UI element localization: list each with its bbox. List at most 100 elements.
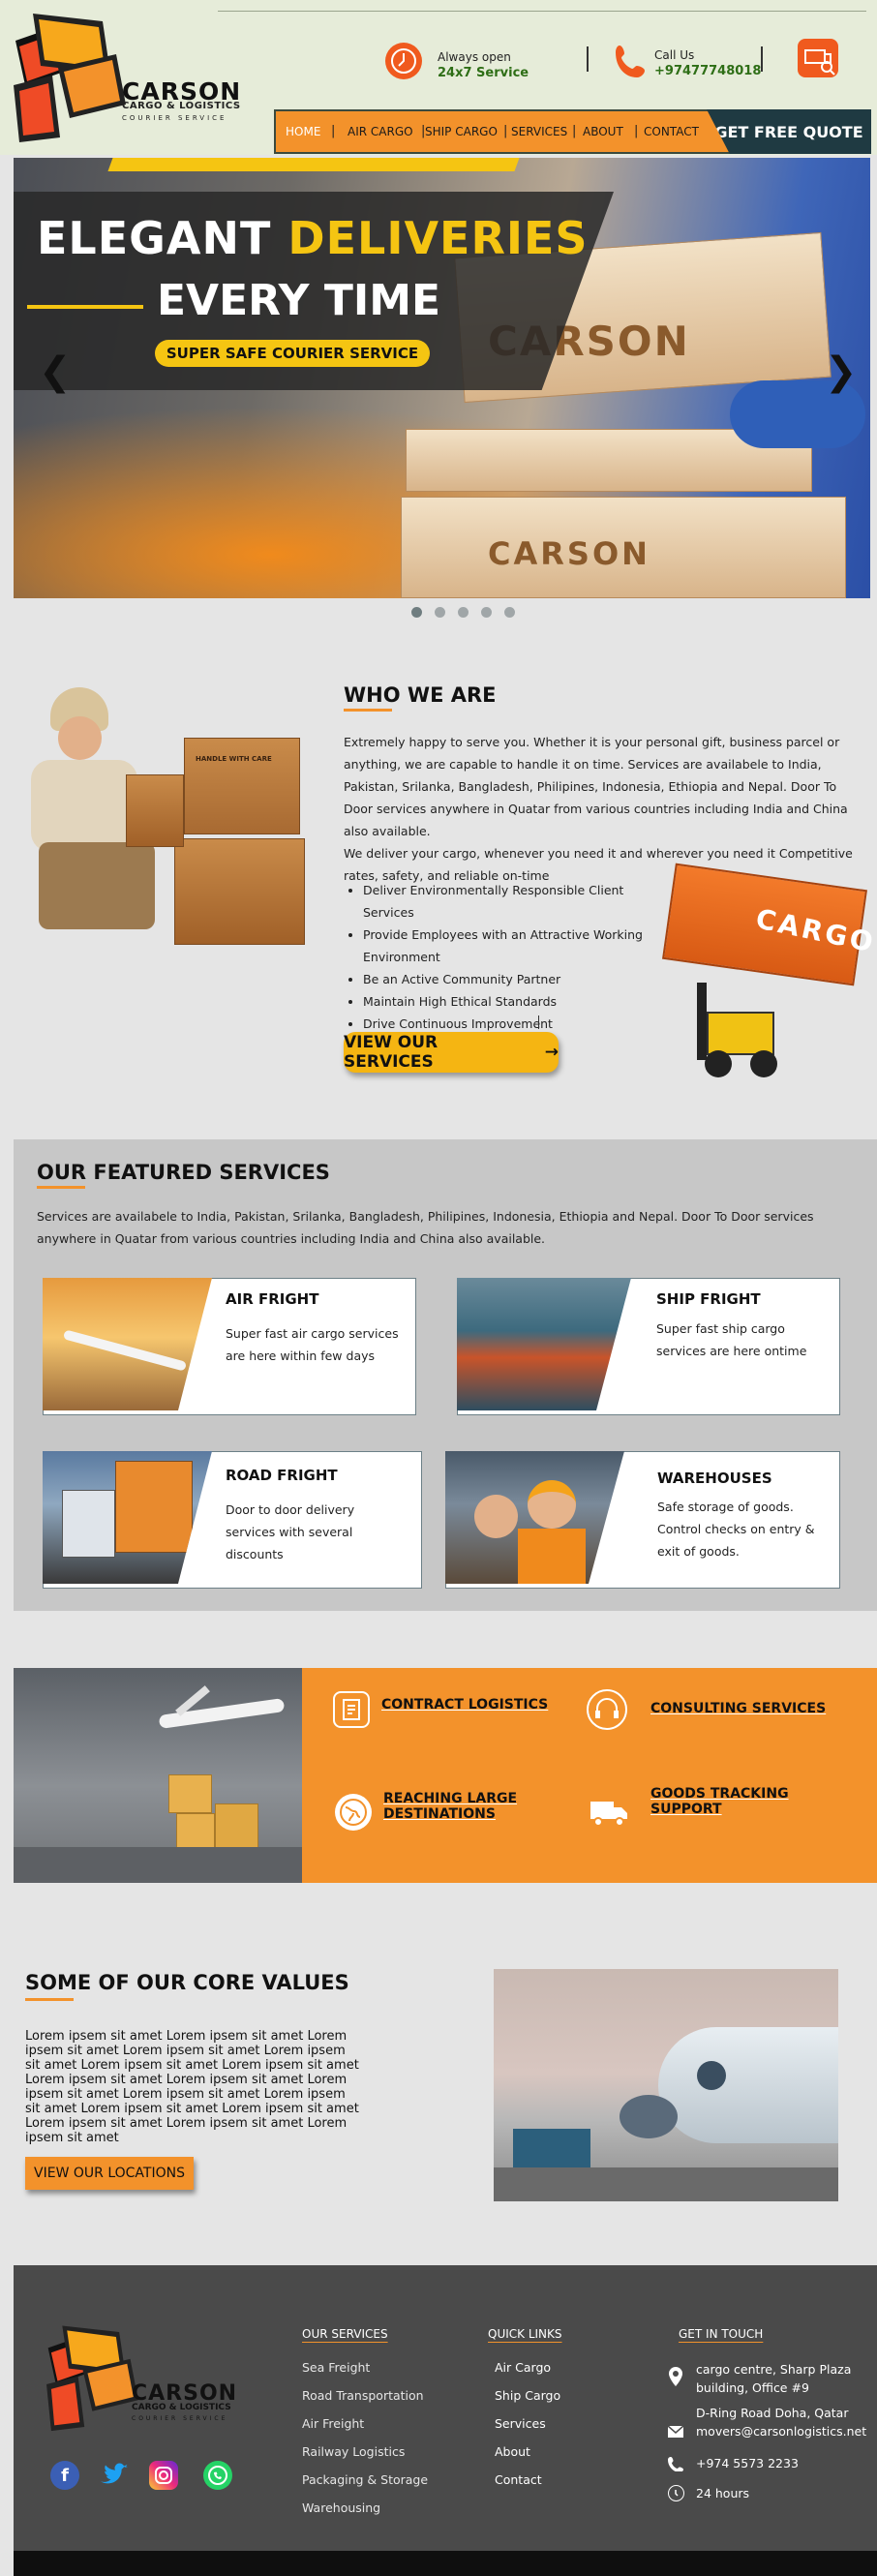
tarmac [494, 2167, 838, 2201]
card-title: WAREHOUSES [657, 1470, 772, 1487]
slider-dot[interactable] [435, 607, 445, 618]
footer-link-services[interactable]: Services [495, 2416, 546, 2431]
whatsapp-icon[interactable] [203, 2461, 232, 2490]
parcel-box [168, 1774, 212, 1813]
footer-link-warehousing[interactable]: Warehousing [302, 2500, 380, 2515]
title-underline [25, 1998, 74, 2001]
parcel-box [174, 838, 305, 945]
ground-vehicle [513, 2129, 590, 2167]
parcel-box [126, 774, 184, 847]
hero-stripe [107, 158, 520, 171]
airplane [62, 1329, 188, 1372]
view-locations-button[interactable]: VIEW OUR LOCATIONS [25, 2157, 194, 2190]
footer-link-contact[interactable]: Contact [495, 2472, 542, 2487]
reaching-destinations-link[interactable]: REACHING LARGE DESTINATIONS [383, 1791, 538, 1822]
hero-pill: SUPER SAFE COURIER SERVICE [155, 340, 430, 367]
header-separator [587, 46, 589, 72]
call-number[interactable]: +97477748018 [654, 64, 761, 78]
worker-face [474, 1495, 518, 1538]
chevron-left-icon[interactable]: ❮ [39, 349, 72, 394]
service-card-ship[interactable]: SHIP FRIGHT Super fast ship cargo servic… [457, 1278, 840, 1415]
featured-services-title: OUR FEATURED SERVICES [37, 1161, 330, 1184]
truck-image [43, 1451, 212, 1584]
slider-dot[interactable] [481, 607, 492, 618]
nav-contact[interactable]: CONTACT [644, 125, 699, 138]
nav-separator: | [572, 124, 577, 138]
header-divider [218, 11, 866, 12]
parcel-box [184, 738, 300, 834]
get-free-quote-button[interactable]: GET FREE QUOTE [707, 109, 871, 154]
slider-dots [411, 607, 515, 618]
nav-home[interactable]: HOME [286, 125, 320, 138]
slider-dot[interactable] [504, 607, 515, 618]
chevron-right-icon[interactable]: ❯ [825, 349, 858, 394]
face [58, 716, 102, 760]
featured-intro: Services are availabele to India, Pakist… [37, 1209, 814, 1246]
hours-label: Always open [438, 50, 511, 64]
nav-services[interactable]: SERVICES [511, 125, 567, 138]
headset-icon [587, 1689, 627, 1730]
nav-about[interactable]: ABOUT [583, 125, 623, 138]
clock-icon [668, 2485, 684, 2501]
phone-icon[interactable] [614, 43, 649, 79]
service-card-road[interactable]: ROAD FRIGHT Door to door delivery servic… [43, 1451, 422, 1589]
card-text: Super fast air cargo services are here w… [226, 1326, 399, 1363]
airplane-engine [620, 2095, 678, 2138]
twitter-icon[interactable] [99, 2461, 130, 2490]
airplane-boxes-image [14, 1668, 302, 1883]
view-our-services-button[interactable]: VIEW OUR SERVICES → [344, 1032, 559, 1073]
consulting-services-link[interactable]: CONSULTING SERVICES [650, 1701, 826, 1716]
box-label: HANDLE WITH CARE [196, 755, 272, 763]
site-footer: CARSON CARGO & LOGISTICS COURIER SERVICE… [14, 2265, 877, 2551]
brand-logo-icon[interactable] [14, 12, 130, 142]
footer-phone[interactable]: +974 5573 2233 [696, 2456, 799, 2470]
contract-logistics-link[interactable]: CONTRACT LOGISTICS [381, 1697, 548, 1712]
header-separator [761, 46, 763, 72]
slider-dot[interactable] [458, 607, 469, 618]
footer-link-ship-cargo[interactable]: Ship Cargo [495, 2388, 560, 2403]
cargo-forklift-image: CARGO [658, 863, 877, 1084]
quick-links-heading: QUICK LINKS [488, 2327, 562, 2341]
floor [14, 1847, 302, 1883]
facebook-icon[interactable]: f [50, 2461, 79, 2490]
service-card-air[interactable]: AIR FRIGHT Super fast air cargo services… [43, 1278, 416, 1415]
footer-link-about[interactable]: About [495, 2444, 530, 2459]
truck-search-icon[interactable] [798, 39, 838, 77]
nav-ship-cargo[interactable]: SHIP CARGO [425, 125, 498, 138]
nav-air-cargo[interactable]: AIR CARGO [348, 125, 413, 138]
view-services-label: VIEW OUR SERVICES [344, 1033, 438, 1072]
list-item: Provide Employees with an Attractive Wor… [363, 924, 663, 968]
footer-address-line2: D-Ring Road Doha, Qatar [696, 2406, 849, 2420]
goods-tracking-link[interactable]: GOODS TRACKING SUPPORT [650, 1786, 805, 1817]
footer-link-road-transportation[interactable]: Road Transportation [302, 2388, 424, 2403]
footer-link-air-cargo[interactable]: Air Cargo [495, 2360, 551, 2375]
footer-link-sea-freight[interactable]: Sea Freight [302, 2360, 370, 2375]
forklift-body [707, 1012, 774, 1055]
footer-logo-icon[interactable] [46, 2323, 141, 2432]
footer-link-air-freight[interactable]: Air Freight [302, 2416, 364, 2431]
hours-value: 24x7 Service [438, 66, 529, 80]
brand-subtitle: COURIER SERVICE [122, 114, 227, 122]
truck-trailer [115, 1461, 193, 1553]
service-card-warehouse[interactable]: WAREHOUSES Safe storage of goods. Contro… [445, 1451, 840, 1589]
services-highlight-band: CONTRACT LOGISTICS CONSULTING SERVICES R… [14, 1668, 877, 1883]
footer-link-packaging-storage[interactable]: Packaging & Storage [302, 2472, 428, 2487]
shirt [31, 760, 137, 852]
instagram-icon[interactable] [149, 2461, 178, 2490]
clipboard-icon [333, 1691, 370, 1728]
footer-link-railway-logistics[interactable]: Railway Logistics [302, 2444, 405, 2459]
slider-dot[interactable] [411, 607, 422, 618]
globe-icon [335, 1794, 372, 1831]
title-underline [37, 1186, 85, 1189]
core-values-text: Lorem ipsem sit amet Lorem ipsem sit ame… [25, 2029, 359, 2145]
get-in-touch-heading: GET IN TOUCH [679, 2327, 764, 2341]
footer-email[interactable]: movers@carsonlogistics.net [696, 2424, 866, 2439]
forklift-mast [697, 983, 707, 1060]
hero-headline: ELEGANT DELIVERIES [37, 212, 589, 264]
forklift-wheel [705, 1050, 732, 1077]
main-nav: HOME | AIR CARGO | SHIP CARGO | SERVICES… [274, 109, 739, 154]
site-header: CARSON CARGO & LOGISTICS COURIER SERVICE… [0, 0, 877, 155]
forklift-wheel [750, 1050, 777, 1077]
worker-vest [518, 1529, 586, 1584]
footer-hours: 24 hours [696, 2486, 750, 2500]
